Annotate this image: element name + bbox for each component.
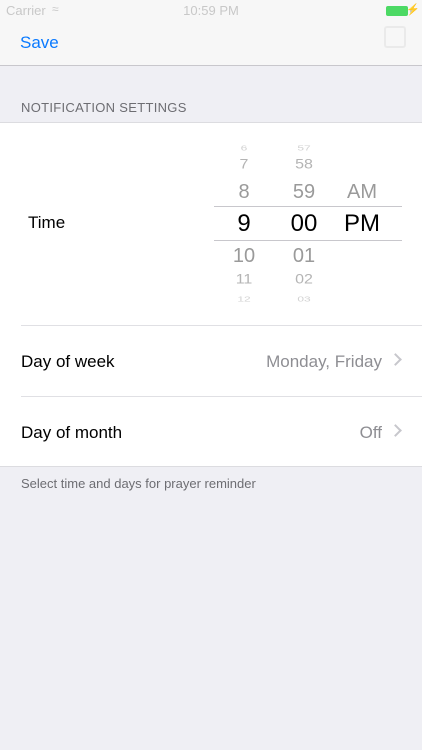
minute-option[interactable]: 03 xyxy=(278,295,330,303)
navigation-bar: Save xyxy=(0,22,422,66)
minute-option[interactable]: 58 xyxy=(278,157,330,172)
time-label: Time xyxy=(28,213,66,232)
minute-option-selected[interactable]: 00 xyxy=(278,210,330,238)
chevron-right-icon xyxy=(389,353,402,366)
minute-option[interactable]: 59 xyxy=(278,181,330,204)
section-footer: Select time and days for prayer reminder xyxy=(21,476,256,491)
minute-option[interactable]: 01 xyxy=(278,245,330,268)
day-of-month-label: Day of month xyxy=(21,423,123,442)
day-of-month-value: Off xyxy=(359,423,382,442)
minute-option[interactable]: 57 xyxy=(278,144,330,152)
save-button[interactable]: Save xyxy=(20,33,59,53)
hour-option[interactable]: 8 xyxy=(220,181,268,204)
hour-option[interactable]: 12 xyxy=(220,295,268,303)
hour-option[interactable]: 6 xyxy=(220,144,268,152)
picker-selection-line-bottom xyxy=(214,240,402,241)
chevron-right-icon xyxy=(389,424,402,437)
settings-group: Time 6 7 8 9 10 11 12 57 58 59 00 01 02 … xyxy=(0,122,422,467)
hour-option[interactable]: 11 xyxy=(220,272,268,287)
battery-icon xyxy=(386,6,408,16)
picker-selection-line-top xyxy=(214,206,402,207)
day-of-week-row[interactable]: Day of week Monday, Friday xyxy=(0,326,422,397)
status-time: 10:59 PM xyxy=(183,3,239,18)
status-bar: Carrier ≈ 10:59 PM ⚡ xyxy=(0,0,422,22)
section-header: NOTIFICATION SETTINGS xyxy=(21,100,187,115)
day-of-month-row[interactable]: Day of month Off xyxy=(0,397,422,468)
hour-option-selected[interactable]: 9 xyxy=(220,210,268,238)
hour-option[interactable]: 7 xyxy=(220,157,268,172)
period-option-am[interactable]: AM xyxy=(336,181,388,204)
minute-option[interactable]: 02 xyxy=(278,272,330,287)
hour-option[interactable]: 10 xyxy=(220,245,268,268)
time-picker[interactable]: 6 7 8 9 10 11 12 57 58 59 00 01 02 03 AM… xyxy=(214,139,402,309)
day-of-week-value: Monday, Friday xyxy=(266,352,382,371)
day-of-week-label: Day of week xyxy=(21,352,115,371)
nav-action-icon[interactable] xyxy=(384,26,406,48)
charging-icon: ⚡ xyxy=(406,4,420,16)
period-option-selected[interactable]: PM xyxy=(336,210,388,238)
